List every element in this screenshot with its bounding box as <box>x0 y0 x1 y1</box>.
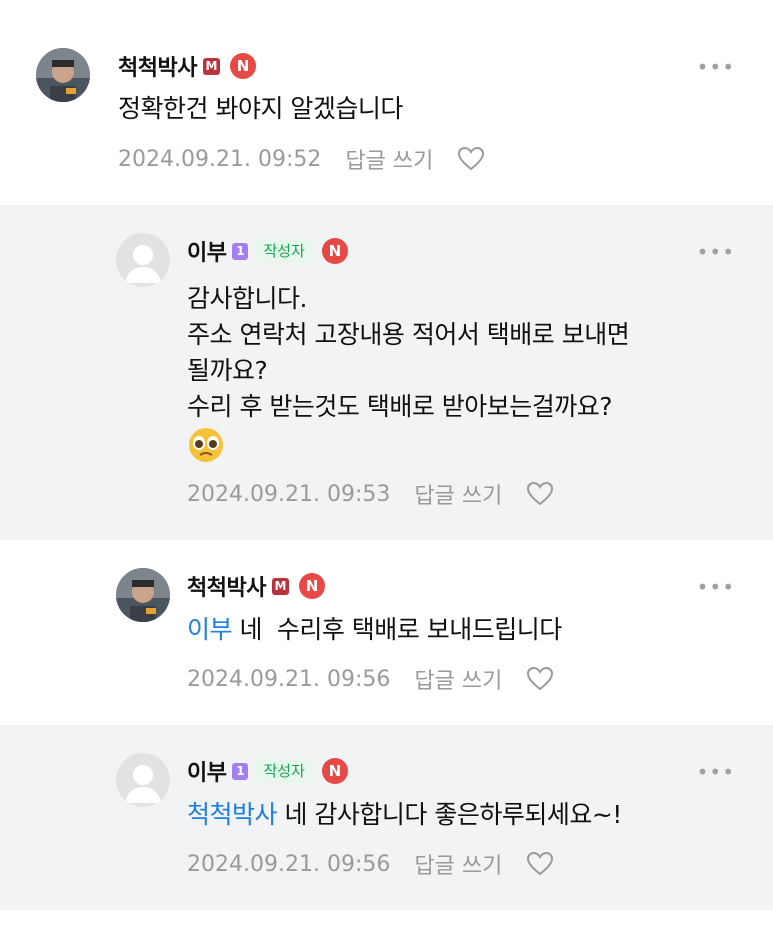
reply-button[interactable]: 답글 쓰기 <box>414 848 502 880</box>
comment-2: 이부 1 작성자 N ••• 감사합니다. 주소 연락처 고장내용 적어서 택배… <box>0 205 773 540</box>
more-options-button[interactable]: ••• <box>697 760 735 784</box>
comment-1: 척척박사 M N ••• 정확한건 봐야지 알겠습니다 2024.09.21. … <box>0 0 773 205</box>
comment-date: 2024.09.21. 09:56 <box>187 666 391 692</box>
reply-button[interactable]: 답글 쓰기 <box>414 478 502 510</box>
naver-badge: N <box>321 758 348 784</box>
comment-text: 이부 네 수리후 택배로 보내드립니다 <box>187 612 562 648</box>
more-options-button[interactable]: ••• <box>697 55 735 79</box>
reply-button[interactable]: 답글 쓰기 <box>345 143 433 175</box>
author-tag: 작성자 <box>256 759 312 783</box>
more-options-button[interactable]: ••• <box>697 240 735 264</box>
comment-3: 척척박사 M N ••• 이부 네 수리후 택배로 보내드립니다 2024.09… <box>0 540 773 725</box>
naver-badge: N <box>321 238 348 264</box>
reply-button[interactable]: 답글 쓰기 <box>414 663 502 695</box>
comment-line: 수리 후 받는것도 택배로 받아보는걸까요? <box>187 392 613 421</box>
avatar[interactable] <box>116 233 170 287</box>
author-name[interactable]: 이부 <box>187 235 227 267</box>
comment-line: 감사합니다. <box>187 284 307 313</box>
avatar[interactable] <box>116 568 170 622</box>
heart-icon[interactable] <box>526 666 554 692</box>
mention-link[interactable]: 척척박사 <box>187 800 278 829</box>
comment-body: 네 수리후 택배로 보내드립니다 <box>232 615 562 644</box>
more-options-button[interactable]: ••• <box>697 575 735 599</box>
comment-date: 2024.09.21. 09:53 <box>187 481 391 507</box>
heart-icon[interactable] <box>526 481 554 507</box>
comment-text: 감사합니다. 주소 연락처 고장내용 적어서 택배로 보내면 될까요? 수리 후… <box>187 281 630 462</box>
author-name[interactable]: 척척박사 <box>118 50 197 82</box>
comment-body: 네 감사합니다 좋은하루되세요~! <box>277 800 622 829</box>
comment-line: 주소 연락처 고장내용 적어서 택배로 보내면 <box>187 320 630 349</box>
level-badge: 1 <box>232 762 249 780</box>
manager-badge: M <box>271 577 289 595</box>
heart-icon[interactable] <box>526 851 554 877</box>
author-tag: 작성자 <box>256 239 312 263</box>
comment-body: 정확한건 봐야지 알겠습니다 <box>118 94 403 123</box>
level-badge: 1 <box>232 242 249 260</box>
comment-date: 2024.09.21. 09:56 <box>187 851 391 877</box>
comment-text: 척척박사 네 감사합니다 좋은하루되세요~! <box>187 797 622 833</box>
naver-badge: N <box>229 53 256 79</box>
comment-4: 이부 1 작성자 N ••• 척척박사 네 감사합니다 좋은하루되세요~! 20… <box>0 725 773 910</box>
comment-text: 정확한건 봐야지 알겠습니다 <box>118 91 403 127</box>
comment-date: 2024.09.21. 09:52 <box>118 146 322 172</box>
author-name[interactable]: 이부 <box>187 755 227 787</box>
author-name[interactable]: 척척박사 <box>187 570 266 602</box>
naver-badge: N <box>298 573 325 599</box>
mention-link[interactable]: 이부 <box>187 615 233 644</box>
heart-icon[interactable] <box>457 146 485 172</box>
avatar[interactable] <box>36 48 90 102</box>
emoji: 🥹 <box>187 425 629 462</box>
comment-line: 될까요? <box>187 356 268 385</box>
avatar[interactable] <box>116 753 170 807</box>
manager-badge: M <box>202 57 220 75</box>
